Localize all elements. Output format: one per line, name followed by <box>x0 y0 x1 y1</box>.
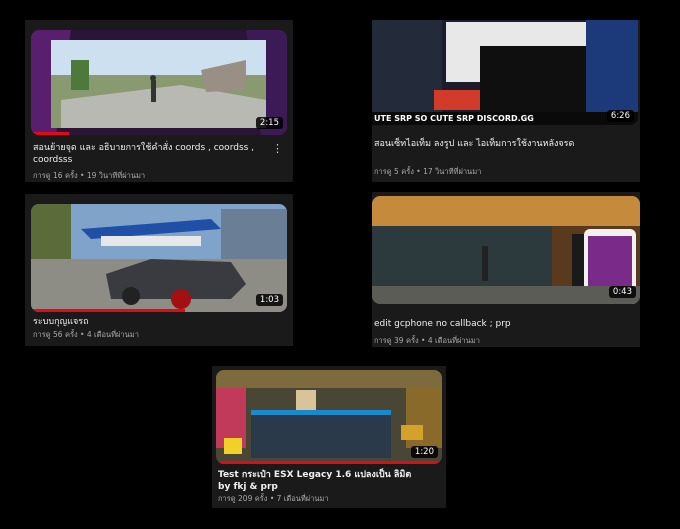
duration-badge: 2:15 <box>255 117 283 129</box>
watch-progress-bar <box>31 309 185 312</box>
video-meta: การดู 39 ครั้ง • 4 เดือนที่ผ่านมา <box>374 336 480 345</box>
duration-badge: 6:26 <box>606 110 634 122</box>
video-title[interactable]: edit gcphone no callback ; prp <box>374 318 618 330</box>
video-meta: การดู 16 ครั้ง • 19 วินาทีที่ผ่านมา <box>33 171 146 180</box>
video-card[interactable]: 0:43 edit gcphone no callback ; prp การด… <box>372 192 640 347</box>
thumbnail-image <box>372 196 640 304</box>
video-meta: การดู 5 ครั้ง • 17 วินาทีที่ผ่านมา <box>374 167 482 176</box>
video-card[interactable]: 1:20 Test กระเป๋า ESX Legacy 1.6 แปลงเป็… <box>212 366 446 508</box>
video-thumbnail[interactable]: 1:20 <box>216 370 442 464</box>
thumbnail-image <box>372 20 638 125</box>
video-meta: การดู 56 ครั้ง • 4 เดือนที่ผ่านมา <box>33 330 139 339</box>
video-meta: การดู 209 ครั้ง • 7 เดือนที่ผ่านมา <box>218 494 329 503</box>
video-title[interactable]: Test กระเป๋า ESX Legacy 1.6 แปลงเป็น ลิม… <box>218 469 426 493</box>
thumbnail-image <box>31 204 287 312</box>
video-card[interactable]: UTE SRP SO CUTE SRP DISCORD.GG 6:26 สอนเ… <box>372 20 640 182</box>
video-thumbnail[interactable]: 2:15 <box>31 30 287 135</box>
watch-progress-bar <box>31 132 70 135</box>
thumbnail-overlay-text: UTE SRP SO CUTE SRP DISCORD.GG <box>374 114 534 123</box>
video-title[interactable]: ระบบกุญแจรถ <box>33 316 271 328</box>
thumbnail-image <box>31 30 287 135</box>
duration-badge: 0:43 <box>608 286 636 298</box>
watch-progress-bar <box>216 461 442 464</box>
thumbnail-image <box>216 370 442 464</box>
video-thumbnail[interactable]: 0:43 <box>372 196 640 304</box>
video-title[interactable]: สอนย้ายจุด และ อธิบายการใช้คำสั่ง coords… <box>33 142 271 166</box>
video-thumbnail[interactable]: 1:03 <box>31 204 287 312</box>
video-thumbnail[interactable]: UTE SRP SO CUTE SRP DISCORD.GG 6:26 <box>372 20 638 125</box>
duration-badge: 1:20 <box>410 446 438 458</box>
video-card[interactable]: 1:03 ระบบกุญแจรถ การดู 56 ครั้ง • 4 เดือ… <box>25 194 293 346</box>
vertical-dots-icon[interactable]: ⋮ <box>272 143 283 154</box>
video-title[interactable]: สอนเซ็ทไอเท็ม ลงรูป และ ไอเท็มการใช้งานห… <box>374 138 618 150</box>
video-card[interactable]: 2:15 สอนย้ายจุด และ อธิบายการใช้คำสั่ง c… <box>25 20 293 182</box>
duration-badge: 1:03 <box>255 294 283 306</box>
